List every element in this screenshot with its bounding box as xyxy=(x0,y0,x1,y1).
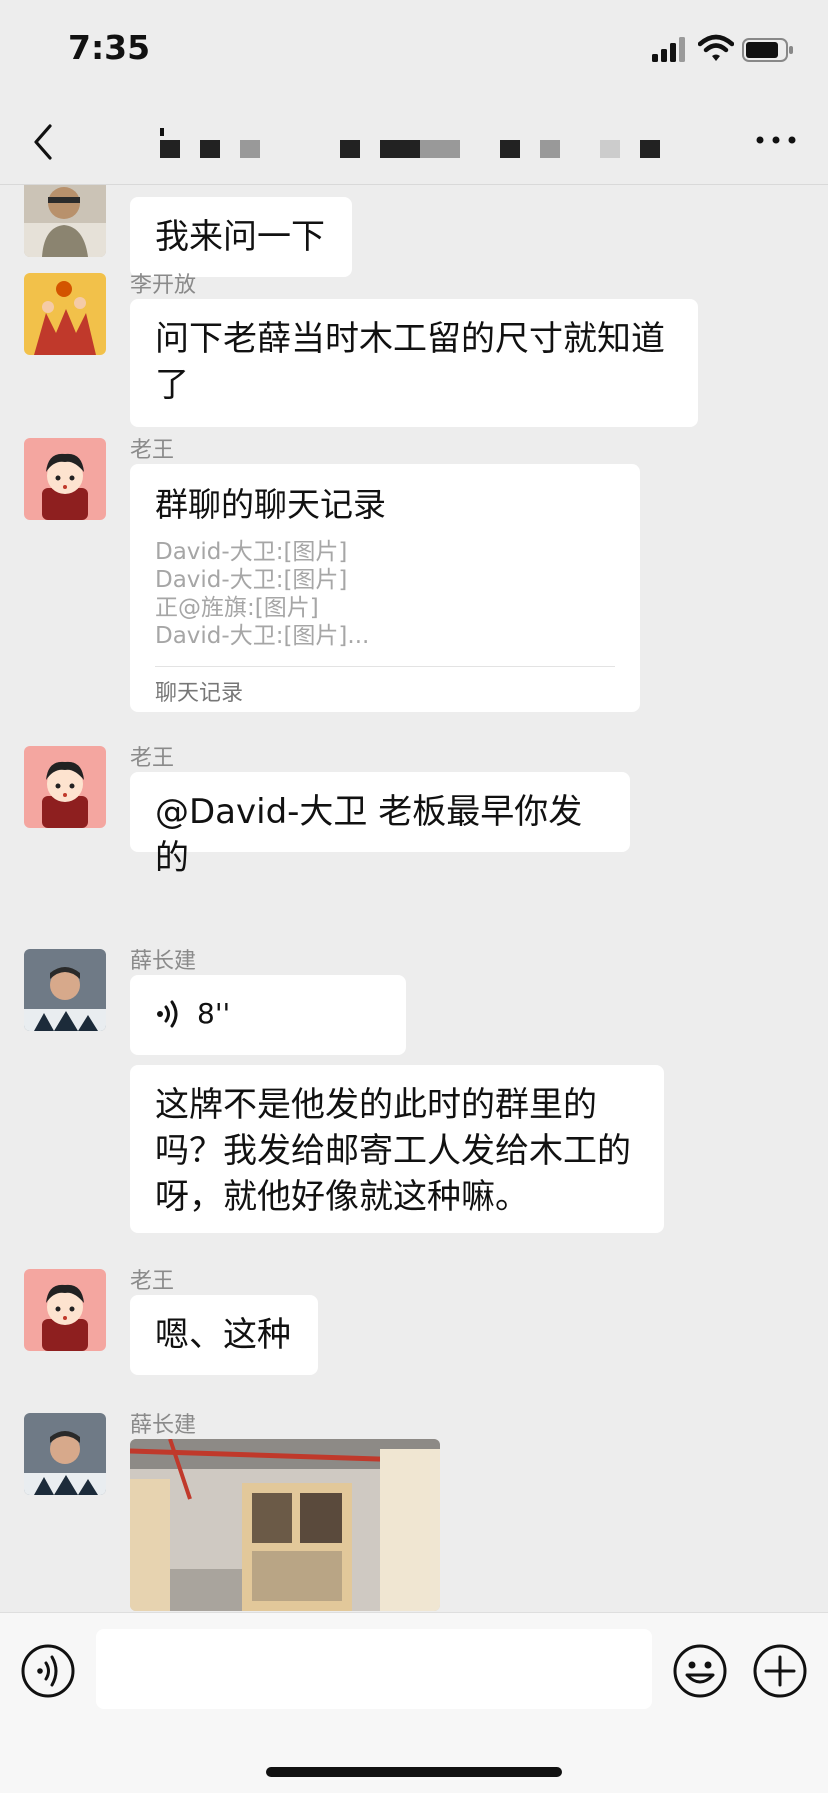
message-text: 问下老薛当时木工留的尺寸就知道了 xyxy=(155,319,665,405)
input-bar xyxy=(0,1612,828,1793)
record-footer: 聊天记录 xyxy=(155,666,615,717)
avatar[interactable] xyxy=(24,185,106,257)
message-bubble[interactable]: 嗯、这种 xyxy=(130,1295,318,1375)
message-text: 这牌不是他发的此时的群里的吗？我发给邮寄工人发给木工的呀，就他好像就这种嘛。 xyxy=(155,1085,631,1217)
chat-record-card[interactable]: 群聊的聊天记录 David-大卫:[图片] David-大卫:[图片] 正@旌旗… xyxy=(130,464,640,712)
message-text: 嗯、这种 xyxy=(155,1315,291,1355)
nav-bar: ' xyxy=(0,100,828,185)
chat-title: ' xyxy=(160,128,680,160)
message-bubble[interactable]: @David-大卫 老板最早你发的 xyxy=(130,772,630,878)
record-line: David-大卫:[图片] xyxy=(155,567,348,593)
home-indicator xyxy=(266,1767,562,1777)
avatar[interactable] xyxy=(24,1413,106,1495)
image-message[interactable] xyxy=(130,1439,440,1611)
record-title: 群聊的聊天记录 xyxy=(155,485,386,524)
chat-messages[interactable]: 我来问一下 李开放 问下老薛当时木工留的尺寸就知道了 老王 群聊的聊天记录 Da… xyxy=(0,185,828,1612)
battery-icon xyxy=(742,38,793,62)
voice-wave-icon xyxy=(157,1000,178,1028)
record-line: David-大卫:[图片]... xyxy=(155,623,370,649)
avatar[interactable] xyxy=(24,438,106,520)
message-input[interactable] xyxy=(96,1629,652,1709)
message-text: 我来问一下 xyxy=(155,217,325,257)
message-text: @David-大卫 老板最早你发的 xyxy=(155,792,583,878)
record-lines: David-大卫:[图片] David-大卫:[图片] 正@旌旗:[图片] Da… xyxy=(155,538,615,650)
voice-message[interactable]: 8'' xyxy=(130,975,406,1055)
sender-name: 老王 xyxy=(130,438,175,463)
sender-name: 薛长建 xyxy=(130,1413,197,1438)
sender-name: 薛长建 xyxy=(130,949,197,974)
avatar[interactable] xyxy=(24,949,106,1031)
message-bubble[interactable]: 这牌不是他发的此时的群里的吗？我发给邮寄工人发给木工的呀，就他好像就这种嘛。 xyxy=(130,1065,664,1233)
voice-icon[interactable] xyxy=(20,1643,76,1699)
sender-name: 李开放 xyxy=(130,273,197,298)
avatar[interactable] xyxy=(24,1269,106,1351)
wifi-icon xyxy=(698,34,734,61)
voice-duration: 8'' xyxy=(197,997,231,1030)
status-bar: 7:35 xyxy=(0,0,828,100)
avatar[interactable] xyxy=(24,746,106,828)
avatar[interactable] xyxy=(24,273,106,355)
message-bubble[interactable]: 问下老薛当时木工留的尺寸就知道了 xyxy=(130,299,698,427)
emoji-icon[interactable] xyxy=(672,1643,728,1699)
message-bubble[interactable]: 我来问一下 xyxy=(130,197,352,277)
sender-name: 老王 xyxy=(130,746,175,771)
status-time: 7:35 xyxy=(68,28,151,67)
plus-icon[interactable] xyxy=(752,1643,808,1699)
sender-name: 老王 xyxy=(130,1269,175,1294)
record-line: 正@旌旗:[图片] xyxy=(155,595,319,621)
more-dots-icon[interactable] xyxy=(754,128,798,152)
signal-icon xyxy=(652,37,685,62)
chevron-left-icon[interactable] xyxy=(28,120,58,164)
record-line: David-大卫:[图片] xyxy=(155,539,348,565)
